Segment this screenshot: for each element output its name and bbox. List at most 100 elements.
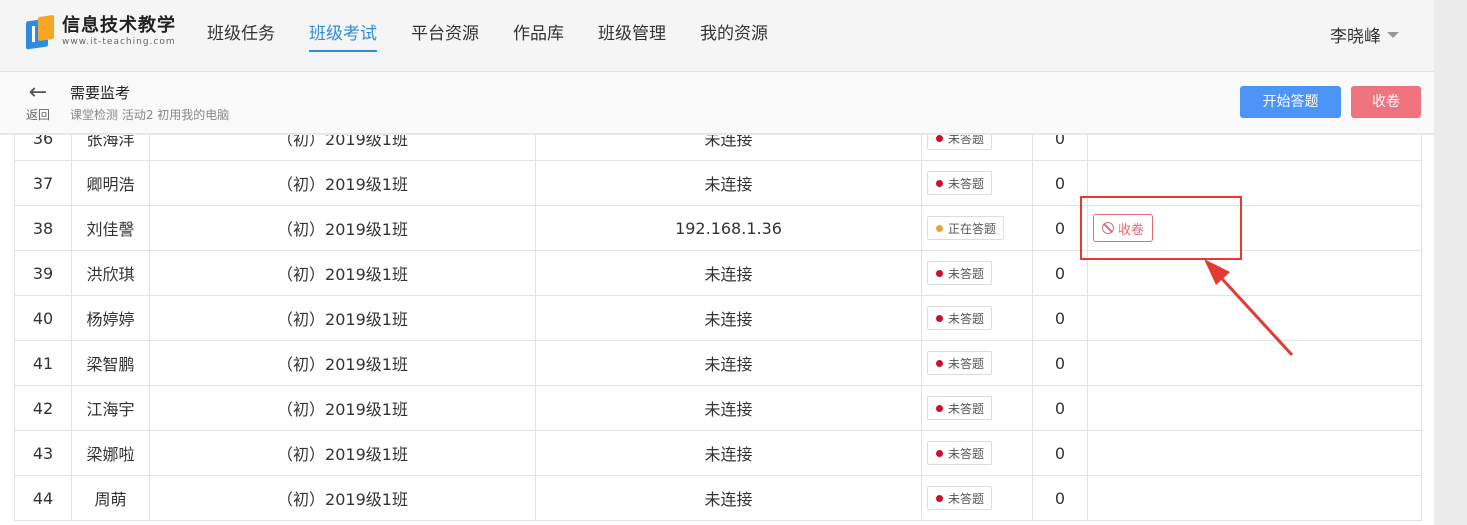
student-name: 江海宇 — [71, 385, 150, 431]
status-dot-icon — [936, 359, 943, 367]
table-row: 42 江海宇 （初）2019级1班 未连接 未答题 0 — [14, 385, 1422, 431]
status-label: 正在答题 — [948, 221, 997, 236]
connection-ip: 未连接 — [535, 135, 922, 161]
table-row: 43 梁娜啦 （初）2019级1班 未连接 未答题 0 — [14, 430, 1422, 476]
connection-ip: 未连接 — [535, 340, 922, 386]
main-nav: 班级任务 班级考试 平台资源 作品库 班级管理 我的资源 — [207, 0, 802, 72]
start-answer-button[interactable]: 开始答题 — [1240, 86, 1341, 118]
status-dot-icon — [936, 494, 943, 502]
nav-item-4[interactable]: 班级管理 — [598, 0, 666, 72]
collect-all-button[interactable]: 收卷 — [1351, 86, 1421, 118]
student-class: （初）2019级1班 — [149, 205, 536, 251]
connection-ip: 未连接 — [535, 250, 922, 296]
status-badge: 正在答题 — [927, 216, 1005, 240]
action-cell — [1087, 430, 1422, 476]
student-name: 梁智鹏 — [71, 340, 150, 386]
top-navigation: 信息技术教学 www.it-teaching.com 班级任务 班级考试 平台资源作… — [0, 0, 1434, 72]
student-name: 刘佳謦 — [71, 205, 150, 251]
back-label: 返回 — [25, 108, 50, 122]
student-number: 42 — [14, 385, 72, 431]
status-badge: 未答题 — [927, 396, 993, 420]
status-badge: 未答题 — [927, 441, 993, 465]
status-cell: 未答题 — [921, 250, 1033, 296]
status-badge: 未答题 — [927, 171, 993, 195]
connection-ip: 未连接 — [535, 295, 922, 341]
status-dot-icon — [936, 314, 943, 322]
status-badge: 未答题 — [927, 261, 993, 285]
annotation-arrow-icon — [1204, 259, 1294, 357]
status-cell: 未答题 — [921, 295, 1033, 341]
student-name: 洪欣琪 — [71, 250, 150, 296]
nav-item-1[interactable]: 班级考试 — [309, 0, 377, 72]
student-number: 38 — [14, 205, 72, 251]
scrollbar[interactable] — [1434, 0, 1467, 525]
student-number: 41 — [14, 340, 72, 386]
student-class: （初）2019级1班 — [149, 160, 536, 206]
score: 0 — [1032, 385, 1088, 431]
student-class: （初）2019级1班 — [149, 250, 536, 296]
student-number: 43 — [14, 430, 72, 476]
status-label: 未答题 — [948, 356, 985, 371]
status-cell: 未答题 — [921, 430, 1033, 476]
connection-ip: 未连接 — [535, 475, 922, 521]
status-dot-icon — [936, 224, 943, 232]
student-class: （初）2019级1班 — [149, 135, 536, 161]
status-cell: 未答题 — [921, 385, 1033, 431]
table-row: 36 张海洋 （初）2019级1班 未连接 未答题 0 — [14, 135, 1422, 161]
student-class: （初）2019级1班 — [149, 385, 536, 431]
status-label: 未答题 — [948, 135, 985, 146]
score: 0 — [1032, 340, 1088, 386]
student-class: （初）2019级1班 — [149, 340, 536, 386]
status-dot-icon — [936, 269, 943, 277]
student-number: 37 — [14, 160, 72, 206]
student-name: 周萌 — [71, 475, 150, 521]
status-label: 未答题 — [948, 491, 985, 506]
student-class: （初）2019级1班 — [149, 430, 536, 476]
status-dot-icon — [936, 449, 943, 457]
nav-item-0[interactable]: 班级任务 — [207, 0, 275, 72]
status-dot-icon — [936, 179, 943, 187]
status-cell: 未答题 — [921, 135, 1033, 161]
nav-item-2[interactable]: 平台资源 — [411, 0, 479, 72]
nav-item-3[interactable]: 作品库 — [513, 0, 564, 72]
student-class: （初）2019级1班 — [149, 295, 536, 341]
status-label: 未答题 — [948, 311, 985, 326]
action-cell — [1087, 135, 1422, 161]
connection-ip: 未连接 — [535, 160, 922, 206]
status-badge: 未答题 — [927, 306, 993, 330]
status-label: 未答题 — [948, 266, 985, 281]
logo-icon — [24, 14, 56, 50]
nav-item-5[interactable]: 我的资源 — [700, 0, 768, 72]
user-menu[interactable]: 李晓峰 — [1330, 22, 1399, 47]
status-dot-icon — [936, 135, 943, 142]
student-name: 张海洋 — [71, 135, 150, 161]
score: 0 — [1032, 475, 1088, 521]
arrow-left-icon: ← — [28, 80, 48, 105]
student-number: 44 — [14, 475, 72, 521]
student-name: 杨婷婷 — [71, 295, 150, 341]
status-cell: 未答题 — [921, 475, 1033, 521]
status-label: 未答题 — [948, 401, 985, 416]
score: 0 — [1032, 295, 1088, 341]
score: 0 — [1032, 430, 1088, 476]
connection-ip: 192.168.1.36 — [535, 205, 922, 251]
status-cell: 未答题 — [921, 160, 1033, 206]
student-number: 39 — [14, 250, 72, 296]
status-dot-icon — [936, 404, 943, 412]
action-cell — [1087, 475, 1422, 521]
brand-logo[interactable]: 信息技术教学 www.it-teaching.com — [24, 14, 176, 50]
status-badge: 未答题 — [927, 135, 993, 150]
page-title: 需要监考 — [70, 84, 131, 102]
exam-header: ← 返回 需要监考 课堂检测 活动2 初用我的电脑 — [0, 72, 1434, 134]
status-badge: 未答题 — [927, 486, 993, 510]
brand-url: www.it-teaching.com — [62, 37, 176, 47]
back-button[interactable]: ← 返回 — [20, 82, 56, 123]
user-name: 李晓峰 — [1330, 27, 1381, 47]
page-description: 课堂检测 活动2 初用我的电脑 — [70, 108, 230, 122]
student-name: 卿明浩 — [71, 160, 150, 206]
student-name: 梁娜啦 — [71, 430, 150, 476]
table-row: 44 周萌 （初）2019级1班 未连接 未答题 0 — [14, 475, 1422, 521]
student-number: 40 — [14, 295, 72, 341]
status-badge: 未答题 — [927, 351, 993, 375]
status-cell: 未答题 — [921, 340, 1033, 386]
